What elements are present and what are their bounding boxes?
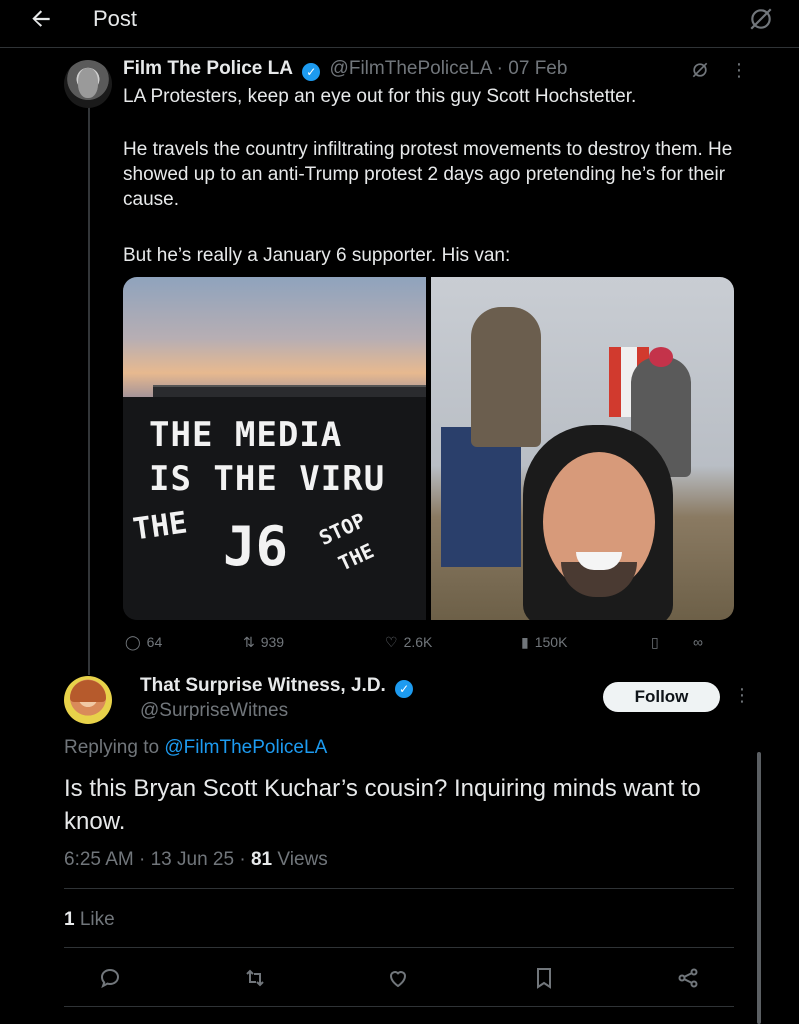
divider [64, 888, 734, 889]
like-button[interactable] [386, 966, 414, 994]
bookmark-button[interactable] [532, 966, 560, 994]
views-label: Views [277, 849, 328, 870]
graffiti-text: THE [130, 505, 190, 548]
parent-post-text-line-2: He travels the country infiltrating prot… [123, 139, 733, 210]
dot-separator: · [239, 849, 251, 870]
heart-icon [389, 971, 407, 988]
follow-button[interactable]: Follow [603, 682, 720, 712]
graffiti-text: IS THE VIRU [149, 459, 386, 499]
parent-grok-button[interactable] [690, 60, 710, 80]
repost-button[interactable] [243, 966, 271, 994]
parent-post-actions: ◯ 64 ⇅ 939 ♡ 2.6K ▮ 150K ▯ ∞ [123, 628, 723, 652]
reply-button[interactable] [98, 966, 126, 994]
selfie-photo[interactable] [431, 277, 734, 620]
parent-views-button[interactable]: ▮ 150K [521, 634, 567, 651]
parent-post-text-line-3: But he’s really a January 6 supporter. H… [123, 245, 511, 266]
van-photo[interactable]: THE MEDIA IS THE VIRU THE J6 STOP THE [123, 277, 426, 620]
parent-more-icon[interactable]: ⋮ [730, 58, 748, 82]
replying-prefix: Replying to [64, 737, 165, 758]
views-icon: ▮ [521, 634, 529, 650]
grok-icon [692, 62, 708, 78]
replying-to: Replying to @FilmThePoliceLA [64, 737, 327, 759]
more-options-icon[interactable]: ⋮ [733, 683, 751, 707]
likes-label: Like [79, 909, 115, 930]
repost-icon [246, 969, 264, 987]
post-time[interactable]: 6:25 AM [64, 849, 134, 870]
replying-to-link[interactable]: @FilmThePoliceLA [164, 737, 327, 758]
post-date[interactable]: 13 Jun 25 [151, 849, 234, 870]
parent-reply-button[interactable]: ◯ 64 [125, 634, 162, 651]
views-count: 81 [250, 849, 273, 870]
thread-line [88, 105, 90, 675]
author-name-row: That Surprise Witness, J.D. ✓ [140, 675, 417, 698]
grok-icon [750, 8, 772, 30]
post-meta: 6:25 AM · 13 Jun 25 · 81 Views [64, 849, 328, 871]
parent-post-text-line-1: LA Protesters, keep an eye out for this … [123, 86, 637, 107]
parent-reply-count: 64 [146, 634, 163, 650]
heart-icon: ♡ [385, 634, 398, 650]
reply-icon [100, 968, 120, 989]
post-text: Is this Bryan Scott Kuchar’s cousin? Inq… [64, 775, 701, 835]
graffiti-text: J6 [223, 515, 289, 578]
verified-badge-icon: ✓ [395, 680, 414, 698]
parent-bookmark-button[interactable]: ▯ [651, 634, 665, 651]
share-button[interactable] [676, 966, 704, 994]
share-icon: ∞ [693, 634, 703, 650]
parent-like-button[interactable]: ♡ 2.6K [385, 634, 432, 651]
author-handle[interactable]: @SurpriseWitnes [140, 700, 288, 722]
parent-post-header: Film The Police LA ✓ @FilmThePoliceLA · … [123, 58, 567, 81]
divider [64, 947, 734, 948]
parent-repost-button[interactable]: ⇅ 939 [243, 634, 284, 651]
parent-author-name[interactable]: Film The Police LA [123, 58, 293, 79]
page-title: Post [93, 6, 138, 31]
parent-share-button[interactable]: ∞ [693, 634, 709, 650]
bookmark-icon: ▯ [651, 634, 659, 650]
arrow-left-icon [32, 10, 50, 27]
parent-like-count: 2.6K [403, 634, 433, 650]
author-name[interactable]: That Surprise Witness, J.D. [140, 675, 386, 696]
grok-button[interactable] [748, 6, 774, 32]
likes-count: 1 [64, 909, 75, 930]
parent-post-date[interactable]: 07 Feb [508, 58, 567, 79]
repost-icon: ⇅ [243, 634, 255, 650]
graffiti-text: THE MEDIA [149, 415, 343, 455]
back-button[interactable] [28, 6, 58, 36]
scrollbar[interactable] [757, 752, 761, 1024]
share-icon [678, 968, 698, 988]
parent-post-media[interactable]: THE MEDIA IS THE VIRU THE J6 STOP THE [123, 277, 734, 620]
top-bar: Post [0, 0, 799, 48]
divider [64, 1006, 734, 1007]
dot-separator: · [496, 58, 509, 79]
likes-summary[interactable]: 1 Like [64, 909, 115, 931]
avatar-film-the-police[interactable] [64, 60, 112, 108]
parent-author-handle[interactable]: @FilmThePoliceLA [330, 58, 492, 79]
verified-badge-icon: ✓ [302, 63, 321, 81]
bookmark-icon [537, 968, 551, 989]
parent-repost-count: 939 [260, 634, 285, 650]
reply-icon: ◯ [125, 634, 141, 650]
dot-separator: · [139, 849, 151, 870]
avatar-surprise-witness[interactable] [64, 676, 112, 724]
parent-views-count: 150K [534, 634, 568, 650]
